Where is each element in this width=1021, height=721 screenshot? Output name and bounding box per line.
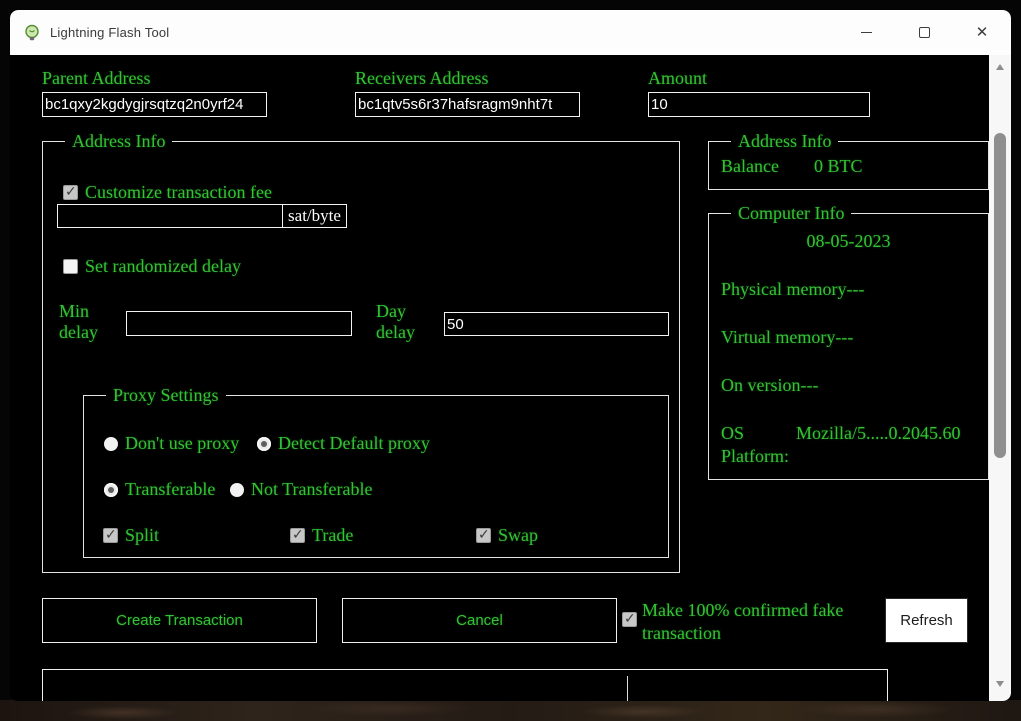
scroll-up-icon[interactable] <box>996 64 1004 70</box>
detect-default-proxy-radio[interactable] <box>257 437 271 451</box>
amount-input[interactable]: 10 <box>648 92 870 117</box>
not-transferable-label: Not Transferable <box>251 479 372 500</box>
close-icon: ✕ <box>976 25 989 40</box>
os-value: Mozilla/5.....0.2045.60 <box>796 423 961 444</box>
randomized-delay-checkbox[interactable] <box>63 259 78 274</box>
virtual-memory-line: Virtual memory--- <box>721 327 853 348</box>
dont-use-proxy-label: Don't use proxy <box>125 433 239 454</box>
trade-label: Trade <box>312 525 353 546</box>
desktop: Lightning Flash Tool ✕ Parent Address Re… <box>0 0 1021 721</box>
randomized-delay-label: Set randomized delay <box>85 256 241 277</box>
trade-checkbox[interactable] <box>290 528 305 543</box>
min-delay-label: Min delay <box>59 301 113 343</box>
window-title: Lightning Flash Tool <box>50 25 169 40</box>
minimize-button[interactable] <box>837 10 895 55</box>
close-button[interactable]: ✕ <box>953 10 1011 55</box>
scrollbar[interactable] <box>989 55 1011 701</box>
window-body: Parent Address Receivers Address Amount … <box>10 55 1011 701</box>
receivers-address-input[interactable]: bc1qtv5s6r37hafsragm9nht7t <box>355 92 580 117</box>
window-controls: ✕ <box>837 10 1011 55</box>
transferable-label: Transferable <box>125 479 215 500</box>
balance-group-legend: Address Info <box>731 130 838 152</box>
min-delay-input[interactable] <box>126 311 352 336</box>
create-transaction-button[interactable]: Create Transaction <box>42 598 317 643</box>
fee-unit-box: sat/byte <box>282 204 347 228</box>
detect-default-proxy-label: Detect Default proxy <box>278 433 430 454</box>
proxy-settings-legend: Proxy Settings <box>106 384 226 406</box>
scrollbar-thumb[interactable] <box>994 133 1006 458</box>
maximize-icon <box>919 27 930 38</box>
day-delay-input[interactable]: 50 <box>444 312 669 336</box>
balance-label: Balance <box>721 156 779 177</box>
output-panel <box>42 669 888 701</box>
balance-group: Address Info Balance 0 BTC <box>708 141 989 190</box>
platform-label: Platform: <box>721 446 789 467</box>
fee-input[interactable] <box>57 204 283 228</box>
computer-info-date: 08-05-2023 <box>709 231 988 252</box>
fake-transaction-label: Make 100% confirmed fake transaction <box>642 599 880 645</box>
amount-label: Amount <box>648 68 707 89</box>
swap-label: Swap <box>498 525 538 546</box>
on-version-line: On version--- <box>721 375 818 396</box>
output-panel-divider <box>627 676 628 701</box>
computer-info-legend: Computer Info <box>731 202 851 224</box>
desktop-background <box>0 700 1021 721</box>
maximize-button[interactable] <box>895 10 953 55</box>
address-info-legend: Address Info <box>65 130 172 152</box>
parent-address-label: Parent Address <box>42 68 150 89</box>
transferable-radio[interactable] <box>104 483 118 497</box>
app-window: Lightning Flash Tool ✕ Parent Address Re… <box>10 10 1011 701</box>
split-label: Split <box>125 525 159 546</box>
scroll-down-icon[interactable] <box>996 681 1004 687</box>
physical-memory-line: Physical memory--- <box>721 279 864 300</box>
split-checkbox[interactable] <box>103 528 118 543</box>
day-delay-label: Day delay <box>376 301 430 343</box>
not-transferable-radio[interactable] <box>230 483 244 497</box>
address-info-group: Address Info Customize transaction fee s… <box>42 141 680 573</box>
customize-fee-checkbox[interactable] <box>63 185 78 200</box>
os-label: OS <box>721 423 744 444</box>
customize-fee-label: Customize transaction fee <box>85 182 272 203</box>
dont-use-proxy-radio[interactable] <box>104 437 118 451</box>
balance-value: 0 BTC <box>814 156 863 177</box>
fake-transaction-checkbox[interactable] <box>622 612 637 627</box>
minimize-icon <box>861 32 872 34</box>
parent-address-input[interactable]: bc1qxy2kgdygjrsqtzq2n0yrf24 <box>42 92 267 117</box>
computer-info-group: Computer Info 08-05-2023 Physical memory… <box>708 213 989 480</box>
lightbulb-app-icon <box>23 24 41 42</box>
cancel-button[interactable]: Cancel <box>342 598 617 643</box>
refresh-button[interactable]: Refresh <box>885 598 968 643</box>
proxy-settings-group: Proxy Settings Don't use proxy Detect De… <box>83 395 669 558</box>
titlebar: Lightning Flash Tool ✕ <box>10 10 1011 55</box>
receivers-address-label: Receivers Address <box>355 68 488 89</box>
swap-checkbox[interactable] <box>476 528 491 543</box>
